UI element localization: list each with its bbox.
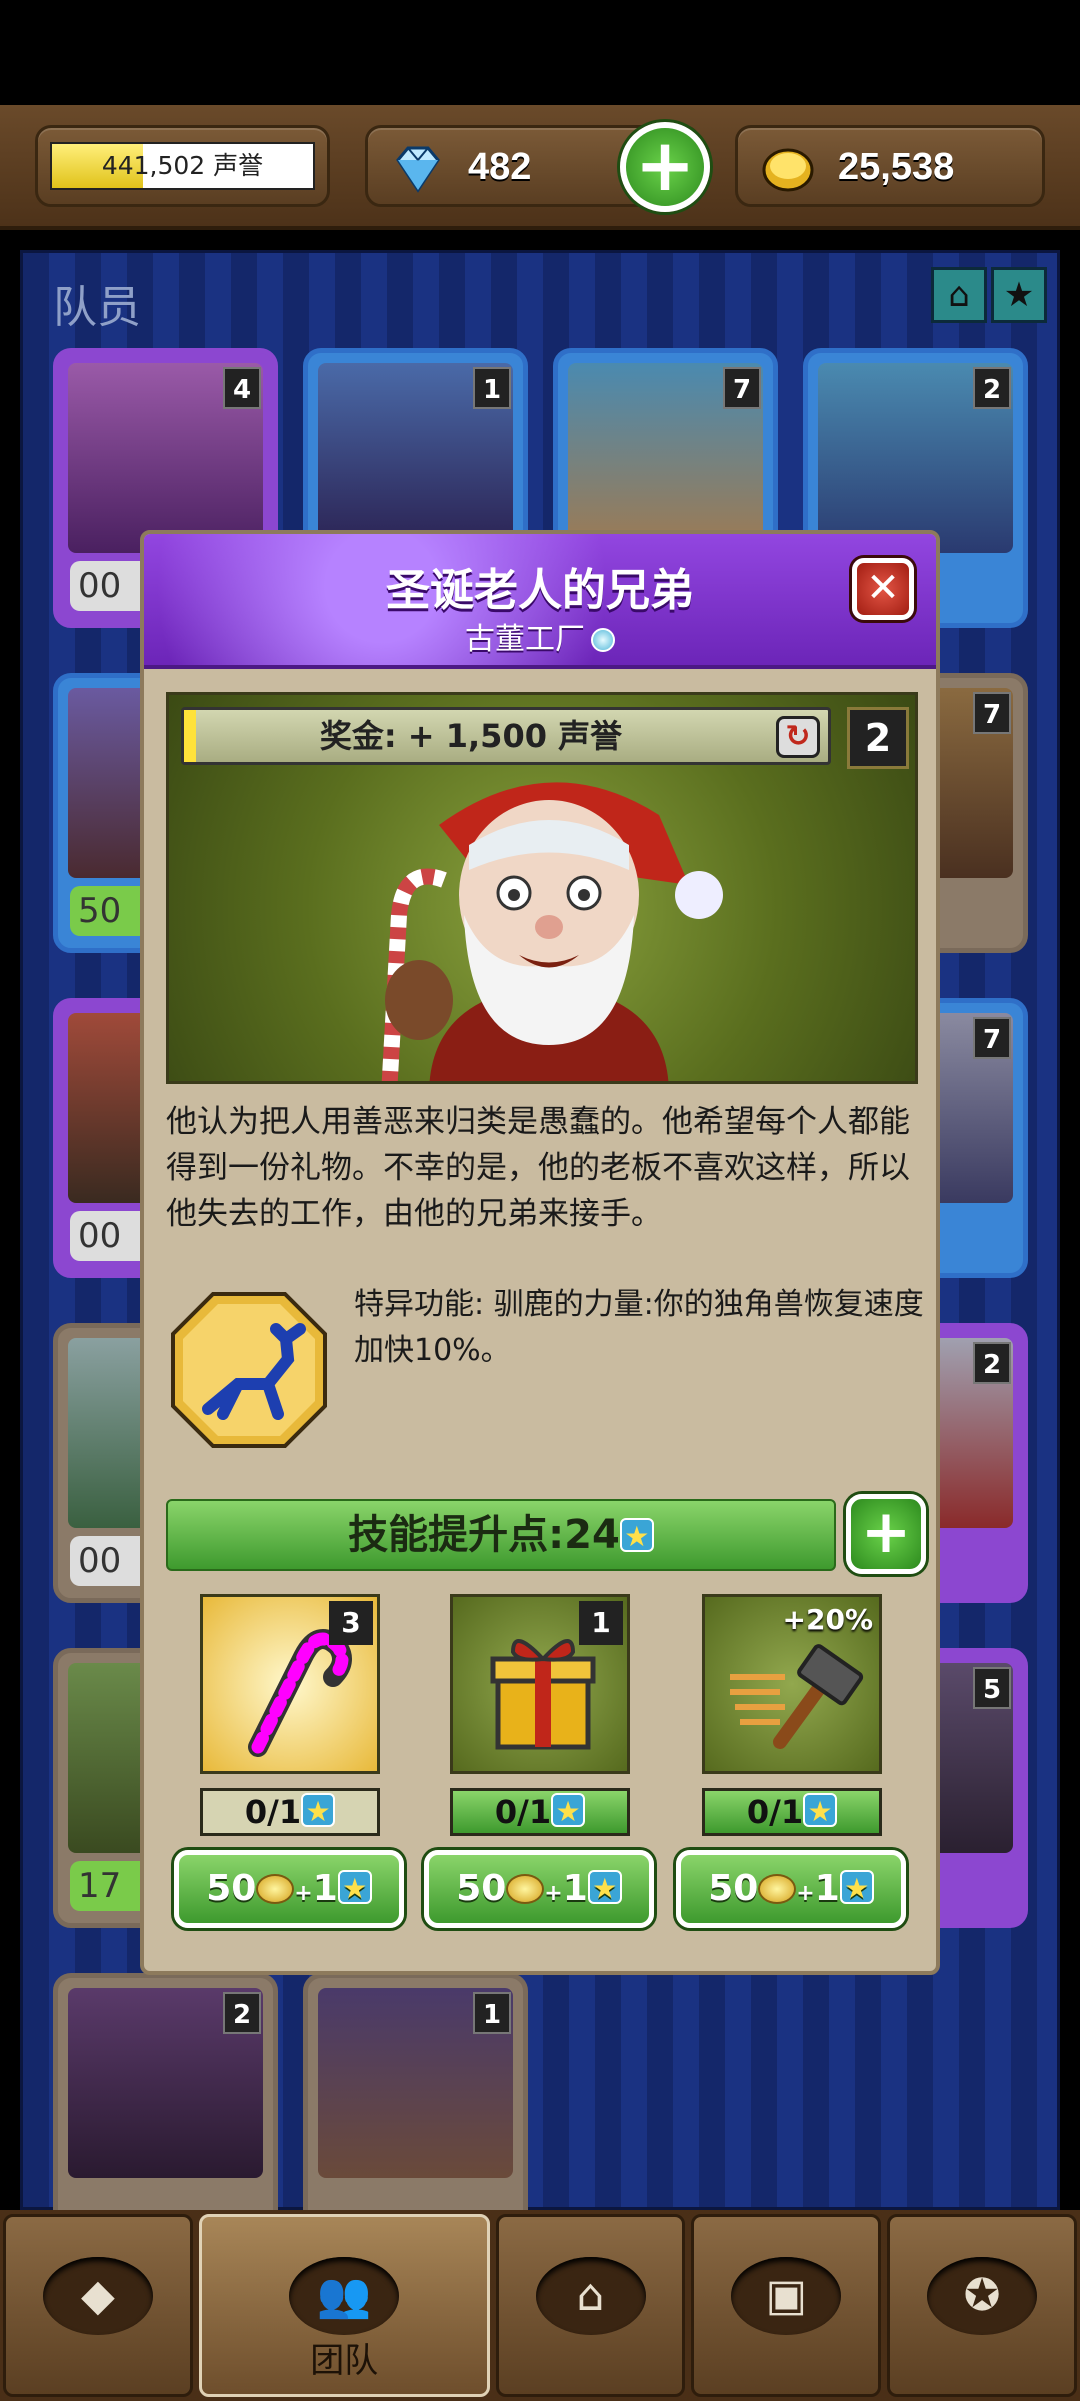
star-icon: ★: [301, 1793, 336, 1828]
skill-tile[interactable]: +20%: [702, 1594, 882, 1774]
info-orb-icon[interactable]: [591, 628, 615, 652]
crew-level: 7: [973, 1017, 1011, 1059]
skill-progress: 0/1 ★: [702, 1788, 882, 1836]
medal-icon: ✪: [927, 2257, 1038, 2335]
character-level: 2: [847, 707, 909, 769]
close-button[interactable]: ✕: [852, 558, 914, 620]
refresh-icon[interactable]: ↻: [776, 716, 820, 758]
upgrade-skill-button[interactable]: 50 +1 ★: [676, 1850, 906, 1928]
crew-level: 7: [973, 692, 1011, 734]
gems-value: 482: [468, 146, 532, 188]
skill-progress: 0/1 ★: [450, 1788, 630, 1836]
add-skill-points-button[interactable]: +: [846, 1494, 926, 1574]
diamond-icon: ◆: [42, 2257, 153, 2335]
reputation-box: 441,502 声誉: [35, 125, 330, 207]
crew-level: 2: [973, 1342, 1011, 1384]
skill-bonus-percent: +20%: [782, 1603, 873, 1636]
crew-level: 1: [473, 367, 511, 409]
character-description: 他认为把人用善恶来归类是愚蠢的。他希望每个人都能得到一份礼物。不幸的是，他的老板…: [166, 1104, 910, 1232]
tab-shop[interactable]: ◆: [3, 2214, 193, 2397]
reindeer-icon: [171, 1292, 327, 1448]
special-ability: 特异功能: 驯鹿的力量:你的独角兽恢复速度加快10%。: [354, 1287, 924, 1368]
plus-sign: +: [294, 1881, 313, 1906]
character-scene: 奖金: + 1,500 声誉 ↻ 2: [166, 692, 918, 1084]
hammer-icon: [730, 1644, 864, 1749]
skill-points-text: 技能提升点:24 ★: [168, 1501, 834, 1569]
skill-badge: 3: [329, 1601, 373, 1645]
gold-coin-icon: [758, 1874, 797, 1904]
gold-coin-icon: [506, 1874, 545, 1904]
gold-value: 25,538: [838, 146, 955, 188]
star-icon: ★: [587, 1870, 622, 1905]
bonus-text: 奖金: + 1,500 声誉: [319, 717, 623, 755]
character-name: 圣诞老人的兄弟: [386, 565, 694, 616]
plus-sign: +: [796, 1881, 815, 1906]
buy-gems-button[interactable]: +: [620, 122, 710, 212]
crew-level: 5: [973, 1667, 1011, 1709]
reputation-value: 441,502 声誉: [101, 151, 264, 180]
skill-progress: 0/1 ★: [200, 1788, 380, 1836]
buildings-icon: ⌂: [535, 2257, 646, 2335]
cost-gold: 50: [456, 1868, 507, 1909]
filter-buttons: ⌂ ★: [931, 267, 1047, 323]
reputation-meter: 441,502 声誉: [50, 142, 315, 190]
dialog-header: 圣诞老人的兄弟 古董工厂 ✕: [144, 534, 936, 669]
team-title: 队员: [53, 282, 141, 333]
tab-buildings[interactable]: ⌂: [495, 2214, 686, 2397]
plus-sign: +: [544, 1881, 563, 1906]
star-filter-icon[interactable]: ★: [991, 267, 1047, 323]
skill-hammer: +20% 0/1 ★ 50 +1 ★: [676, 1594, 906, 1928]
skill-progress-value: 0/1: [494, 1793, 552, 1831]
skill-progress-value: 0/1: [746, 1793, 804, 1831]
skill-candy-cane: 3 0/1 ★ 50 +1 ★: [174, 1594, 404, 1928]
tab-achievements[interactable]: ✪: [887, 2214, 1077, 2397]
home-filter-icon[interactable]: ⌂: [931, 267, 987, 323]
bonus-bar: 奖金: + 1,500 声誉 ↻: [181, 707, 831, 765]
gold-box: 25,538: [735, 125, 1045, 207]
santa-portrait: [381, 782, 723, 1081]
bottom-nav: ◆ 👥 团队 ⌂ ▣ ✪: [0, 2210, 1080, 2401]
diamond-icon: [396, 146, 440, 193]
character-dialog: 圣诞老人的兄弟 古董工厂 ✕ 奖金: + 1,500 声誉 ↻ 2 他认为把人用…: [140, 530, 940, 1975]
star-icon: ★: [839, 1870, 874, 1905]
team-icon: 👥: [289, 2257, 400, 2335]
tab-label: 团队: [310, 2341, 379, 2381]
cost-gold: 50: [708, 1868, 759, 1909]
crew-level: 1: [473, 1992, 511, 2034]
skill-tile[interactable]: 1: [450, 1594, 630, 1774]
cost-star: 1: [814, 1868, 840, 1909]
tab-treasure[interactable]: ▣: [691, 2214, 882, 2397]
crew-level: 7: [723, 367, 761, 409]
character-origin: 古董工厂: [144, 614, 936, 658]
skill-tile[interactable]: 3: [200, 1594, 380, 1774]
cost-star: 1: [562, 1868, 588, 1909]
crew-level: 2: [223, 1992, 261, 2034]
skill-points-bar: 技能提升点:24 ★: [166, 1499, 836, 1571]
origin-label: 古董工厂: [465, 622, 585, 657]
crew-level: 2: [973, 367, 1011, 409]
upgrade-skill-button[interactable]: 50 +1 ★: [424, 1850, 654, 1928]
tab-team[interactable]: 👥 团队: [198, 2214, 490, 2397]
star-icon: ★: [803, 1793, 838, 1828]
crew-level: 4: [223, 367, 261, 409]
treasure-chest-icon: ▣: [731, 2257, 842, 2335]
resource-bar: 441,502 声誉 482 25,538: [0, 105, 1080, 230]
star-icon: ★: [551, 1793, 586, 1828]
skill-progress-value: 0/1: [244, 1793, 302, 1831]
upgrade-skill-button[interactable]: 50 +1 ★: [174, 1850, 404, 1928]
gold-coin-icon: [762, 148, 814, 192]
cost-star: 1: [312, 1868, 338, 1909]
close-icon: ✕: [866, 565, 900, 611]
gold-coin-icon: [256, 1874, 295, 1904]
star-icon: ★: [619, 1518, 654, 1553]
skill-gift: 1 0/1 ★ 50 +1 ★: [424, 1594, 654, 1928]
star-icon: ★: [337, 1870, 372, 1905]
skill-badge: 1: [579, 1601, 623, 1645]
cost-gold: 50: [206, 1868, 257, 1909]
skill-points-label: 技能提升点:24: [348, 1512, 620, 1558]
